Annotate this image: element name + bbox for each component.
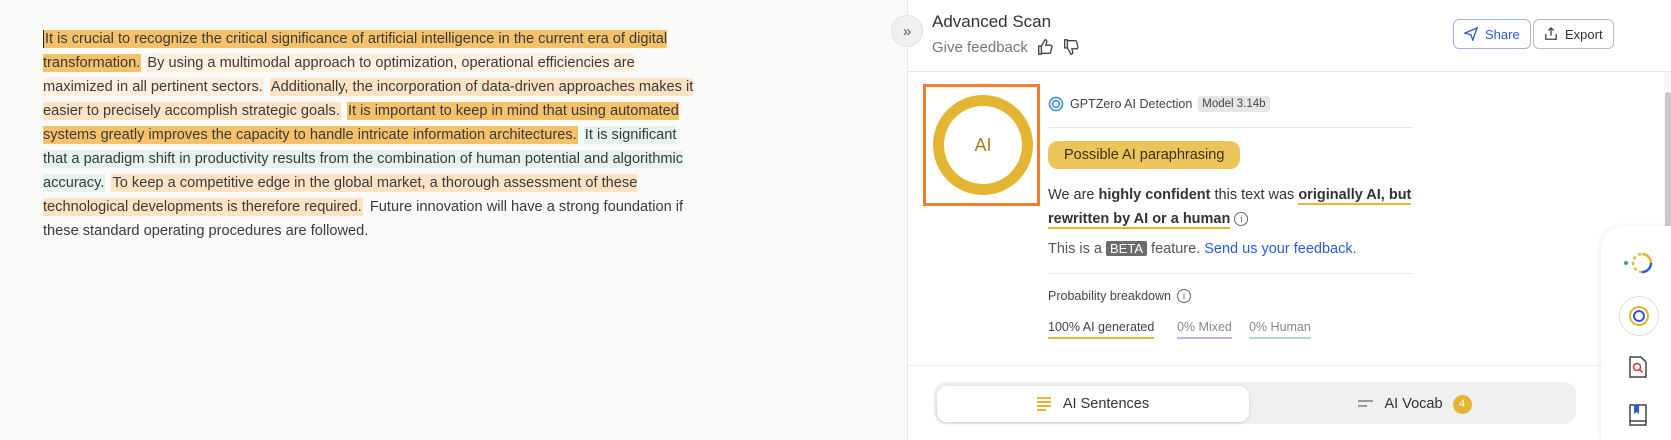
beta-mid: feature. [1147,241,1205,257]
progress-ring-icon [1624,252,1653,274]
prob-human: 0% Human [1249,320,1311,339]
send-icon [1464,27,1478,41]
tab-ai-sentences[interactable]: AI Sentences [937,386,1249,422]
export-icon [1545,27,1557,40]
detector-name: GPTZero AI Detection [1070,97,1193,111]
side-rail [1601,226,1671,440]
double-chevron-right-icon: » [902,22,912,40]
vocab-count-badge: 4 [1452,394,1472,414]
verdict-pill: Possible AI paraphrasing [1048,141,1241,169]
verdict-text: We are highly confident this text was or… [1048,183,1418,231]
beta-tag: BETA [1106,241,1148,256]
rail-scan-status[interactable] [1621,246,1655,280]
lines-icon [1036,397,1051,411]
ai-score-ring: AI [933,95,1033,195]
header-divider [908,71,1671,72]
collapse-panel-button[interactable]: » [891,15,923,47]
document-search-icon [1629,356,1647,378]
export-label: Export [1565,26,1603,42]
thumbs-up-icon[interactable] [1036,38,1054,56]
ai-score-highlight: AI [923,84,1040,206]
vocab-icon [1358,400,1374,407]
rail-ai-detect[interactable] [1619,296,1659,336]
section-divider [908,365,1671,366]
gptzero-logo-icon [1048,96,1064,112]
thumbs-down-icon[interactable] [1062,38,1080,56]
tab-ai-sentences-label: AI Sentences [1062,396,1150,412]
verdict-pre: We are [1048,187,1099,203]
ai-score-label: AI [974,134,992,155]
info-icon[interactable]: i [1234,212,1249,226]
share-button[interactable]: Share [1453,19,1531,49]
tab-ai-vocab[interactable]: AI Vocab 4 [1259,386,1571,422]
sentence-gap [578,126,584,144]
rail-document[interactable] [1621,398,1655,432]
scan-panel: Advanced Scan Give feedback Share Export… [907,0,1671,440]
sentence-gap [264,78,270,96]
info-icon[interactable]: i [1177,289,1191,303]
export-button[interactable]: Export [1533,19,1614,49]
model-tag: Model 3.14b [1198,96,1270,112]
sentence-gap [363,198,369,216]
tab-ai-vocab-label: AI Vocab [1384,396,1443,412]
rail-plagiarism[interactable] [1621,350,1655,384]
probability-title-text: Probability breakdown [1048,289,1171,303]
results-tabs: AI Sentences AI Vocab 4 [934,382,1576,424]
give-feedback: Give feedback [932,38,1080,56]
give-feedback-label: Give feedback [932,38,1028,56]
beta-notice: This is a BETA feature. Send us your fee… [1048,241,1357,257]
book-icon [1629,404,1647,426]
verdict-mid: this text was [1210,187,1299,203]
prob-mixed: 0% Mixed [1177,320,1232,339]
divider [1048,273,1413,274]
prob-ai: 100% AI generated [1048,320,1155,339]
panel-title: Advanced Scan [932,12,1052,31]
verdict-confidence: highly confident [1098,187,1211,203]
ai-detect-icon [1629,306,1649,326]
share-label: Share [1485,26,1520,42]
beta-pre: This is a [1048,241,1107,257]
send-feedback-link[interactable]: Send us your feedback. [1204,241,1356,257]
probability-title: Probability breakdown i [1048,289,1191,303]
document-text[interactable]: It is crucial to recognize the critical … [43,27,703,243]
detector-info: GPTZero AI Detection Model 3.14b [1048,96,1270,112]
divider [1048,127,1413,128]
